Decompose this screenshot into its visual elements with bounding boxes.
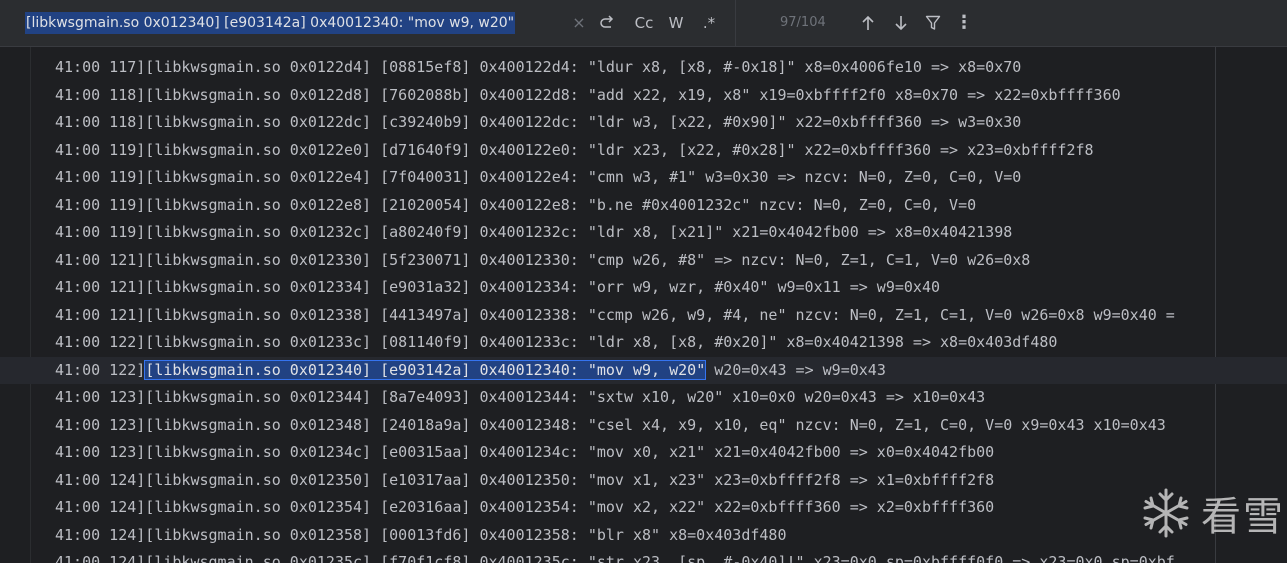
- code-text: w20=0x43 => w9=0x43: [705, 360, 886, 379]
- code-text: 41:00 124][libkwsgmain.so 0x012354] [e20…: [55, 498, 995, 516]
- code-line-text: 41:00 121][libkwsgmain.so 0x012338] [441…: [55, 302, 1175, 330]
- filter-svg: [925, 15, 941, 30]
- code-line-text: 41:00 123][libkwsgmain.so 0x01234c] [e00…: [55, 439, 994, 467]
- close-icon[interactable]: ×: [572, 11, 586, 35]
- snowflake-icon: [1143, 488, 1189, 538]
- code-line-text: 41:00 119][libkwsgmain.so 0x0122e0] [d71…: [55, 137, 1094, 165]
- code-text: 41:00 121][libkwsgmain.so 0x012338] [441…: [55, 305, 1175, 324]
- code-line[interactable]: 41:00 123][libkwsgmain.so 0x012344] [8a7…: [0, 384, 1287, 412]
- code-text: 41:00 124][libkwsgmain.so 0x012358] [000…: [55, 525, 787, 544]
- code-text: 41:00 123][libkwsgmain.so 0x012344] [8a7…: [55, 388, 986, 406]
- arrow-up-icon[interactable]: [858, 11, 878, 35]
- code-line-text: 41:00 121][libkwsgmain.so 0x012330] [5f2…: [55, 247, 1030, 275]
- code-text: 41:00 122]: [55, 360, 146, 379]
- code-line[interactable]: 41:00 122][libkwsgmain.so 0x012340] [e90…: [0, 356, 1287, 385]
- arrow-down-svg: [895, 16, 907, 31]
- code-text: 41:00 121][libkwsgmain.so 0x012334] [e90…: [55, 278, 941, 296]
- arrow-up-svg: [862, 15, 874, 30]
- code-text: 41:00 123][libkwsgmain.so 0x012348] [240…: [55, 415, 1166, 434]
- regex-toggle[interactable]: .*: [699, 11, 719, 35]
- code-line-text: 41:00 118][libkwsgmain.so 0x0122d8] [760…: [55, 82, 1121, 110]
- code-text: 41:00 124][libkwsgmain.so 0x01235c] [f70…: [55, 553, 1175, 563]
- code-text: 41:00 118][libkwsgmain.so 0x0122dc] [c39…: [55, 113, 1022, 131]
- code-line[interactable]: 41:00 124][libkwsgmain.so 0x012358] [000…: [0, 522, 1287, 550]
- code-line-text: 41:00 124][libkwsgmain.so 0x012358] [000…: [55, 522, 787, 550]
- code-text: 41:00 119][libkwsgmain.so 0x0122e0] [d71…: [55, 140, 1094, 159]
- code-line-text: 41:00 119][libkwsgmain.so 0x0122e8] [210…: [55, 192, 976, 220]
- whole-words-toggle[interactable]: W: [666, 11, 686, 35]
- filter-icon[interactable]: [923, 11, 943, 35]
- code-line[interactable]: 41:00 118][libkwsgmain.so 0x0122d8] [760…: [0, 82, 1287, 110]
- match-count: 97/104: [780, 15, 826, 30]
- search-input[interactable]: [libkwsgmain.so 0x012340] [e903142a] 0x4…: [25, 12, 516, 34]
- watermark-text: 看雪: [1201, 494, 1285, 540]
- code-line-text: 41:00 119][libkwsgmain.so 0x01232c] [a80…: [55, 219, 1012, 247]
- find-bar: [libkwsgmain.so 0x012340] [e903142a] 0x4…: [0, 0, 1287, 47]
- code-line[interactable]: 41:00 123][libkwsgmain.so 0x012348] [240…: [0, 412, 1287, 440]
- code-line[interactable]: 41:00 124][libkwsgmain.so 0x012350] [e10…: [0, 467, 1287, 495]
- code-line-text: 41:00 123][libkwsgmain.so 0x012348] [240…: [55, 412, 1166, 440]
- code-line[interactable]: 41:00 119][libkwsgmain.so 0x0122e0] [d71…: [0, 137, 1287, 165]
- code-text: 41:00 123][libkwsgmain.so 0x01234c] [e00…: [55, 443, 995, 461]
- code-line-text: 41:00 122][libkwsgmain.so 0x012340] [e90…: [55, 357, 886, 385]
- code-line[interactable]: 41:00 124][libkwsgmain.so 0x012354] [e20…: [0, 494, 1287, 522]
- match-case-toggle[interactable]: Cc: [632, 11, 656, 35]
- code-line[interactable]: 41:00 124][libkwsgmain.so 0x01235c] [f70…: [0, 549, 1287, 563]
- code-editor[interactable]: 41:00 117][libkwsgmain.so 0x0122d4] [088…: [0, 47, 1287, 563]
- code-line-text: 41:00 121][libkwsgmain.so 0x012334] [e90…: [55, 274, 940, 302]
- code-line[interactable]: 41:00 123][libkwsgmain.so 0x01234c] [e00…: [0, 439, 1287, 467]
- code-line-text: 41:00 118][libkwsgmain.so 0x0122dc] [c39…: [55, 109, 1021, 137]
- code-text: 41:00 118][libkwsgmain.so 0x0122d8] [760…: [55, 85, 1121, 104]
- code-text: 41:00 119][libkwsgmain.so 0x01232c] [a80…: [55, 223, 1013, 241]
- more-vertical-icon[interactable]: ⋮: [955, 11, 973, 35]
- code-line-text: 41:00 122][libkwsgmain.so 0x01233c] [081…: [55, 329, 1057, 357]
- code-text: 41:00 119][libkwsgmain.so 0x0122e8] [210…: [55, 195, 977, 214]
- code-line[interactable]: 41:00 121][libkwsgmain.so 0x012338] [441…: [0, 302, 1287, 330]
- code-text: 41:00 124][libkwsgmain.so 0x012350] [e10…: [55, 470, 995, 489]
- watermark: 看雪: [1139, 483, 1285, 543]
- code-line-text: 41:00 119][libkwsgmain.so 0x0122e4] [7f0…: [55, 164, 1021, 192]
- code-text: 41:00 121][libkwsgmain.so 0x012330] [5f2…: [55, 250, 1031, 269]
- search-match-highlight: [libkwsgmain.so 0x012340] [e903142a] 0x4…: [144, 359, 707, 380]
- code-text: 41:00 117][libkwsgmain.so 0x0122d4] [088…: [55, 58, 1022, 76]
- replace-icon[interactable]: [596, 11, 618, 35]
- arrow-down-icon[interactable]: [891, 11, 911, 35]
- code-line-text: 41:00 117][libkwsgmain.so 0x0122d4] [088…: [55, 54, 1021, 82]
- code-line[interactable]: 41:00 118][libkwsgmain.so 0x0122dc] [c39…: [0, 109, 1287, 137]
- code-line-text: 41:00 124][libkwsgmain.so 0x012354] [e20…: [55, 494, 994, 522]
- code-line[interactable]: 41:00 119][libkwsgmain.so 0x0122e8] [210…: [0, 192, 1287, 220]
- code-line-text: 41:00 123][libkwsgmain.so 0x012344] [8a7…: [55, 384, 985, 412]
- code-text: 41:00 119][libkwsgmain.so 0x0122e4] [7f0…: [55, 168, 1022, 186]
- code-line[interactable]: 41:00 122][libkwsgmain.so 0x01233c] [081…: [0, 329, 1287, 357]
- code-line[interactable]: 41:00 121][libkwsgmain.so 0x012334] [e90…: [0, 274, 1287, 302]
- code-line-text: 41:00 124][libkwsgmain.so 0x01235c] [f70…: [55, 549, 1175, 563]
- code-line[interactable]: 41:00 121][libkwsgmain.so 0x012330] [5f2…: [0, 247, 1287, 275]
- code-line-text: 41:00 124][libkwsgmain.so 0x012350] [e10…: [55, 467, 994, 495]
- code-line[interactable]: 41:00 119][libkwsgmain.so 0x01232c] [a80…: [0, 219, 1287, 247]
- toolbar-divider: [735, 0, 736, 47]
- code-text: 41:00 122][libkwsgmain.so 0x01233c] [081…: [55, 333, 1058, 351]
- code-line[interactable]: 41:00 119][libkwsgmain.so 0x0122e4] [7f0…: [0, 164, 1287, 192]
- code-line[interactable]: 41:00 117][libkwsgmain.so 0x0122d4] [088…: [0, 54, 1287, 82]
- replace-icon-svg: [600, 15, 614, 28]
